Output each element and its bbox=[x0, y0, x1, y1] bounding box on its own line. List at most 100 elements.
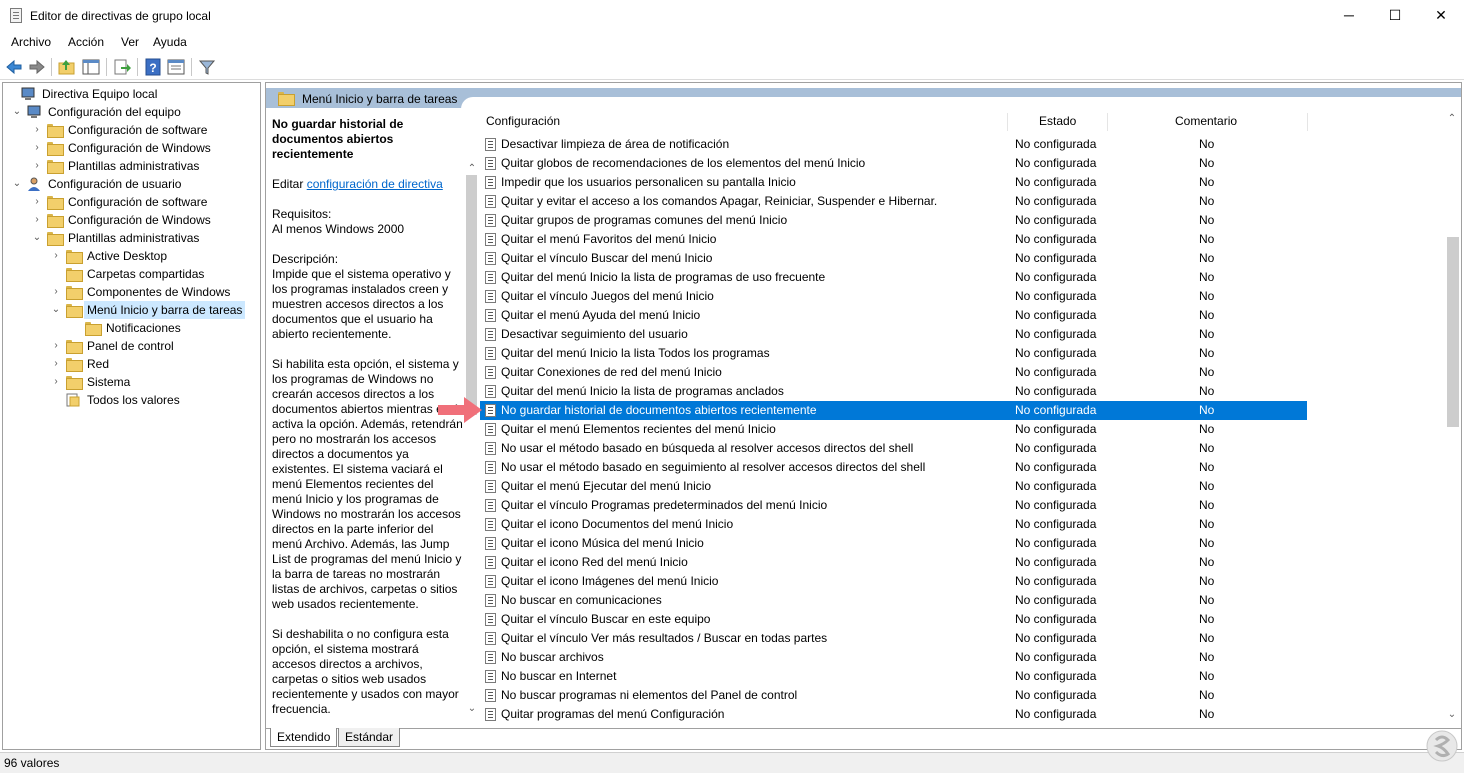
menu-accion[interactable]: Acción bbox=[68, 35, 104, 49]
policy-row[interactable]: Quitar el menú Ayuda del menú Inicio No c… bbox=[480, 306, 1307, 325]
scroll-up-icon[interactable]: ⌃ bbox=[465, 163, 479, 174]
tree-item-label: Active Desktop bbox=[87, 249, 168, 263]
policy-row[interactable]: Quitar el vínculo Buscar en este equipo N… bbox=[480, 610, 1307, 629]
policy-row[interactable]: Quitar el icono Documentos del menú Inic… bbox=[480, 515, 1307, 534]
policy-row[interactable]: Quitar el vínculo Ver más resultados / B… bbox=[480, 629, 1307, 648]
policy-state: No configurada bbox=[1015, 593, 1097, 607]
policy-row[interactable]: No guardar historial de documentos abier… bbox=[480, 401, 1307, 420]
column-header-state[interactable]: Estado bbox=[1007, 109, 1107, 133]
export-icon[interactable] bbox=[112, 57, 132, 77]
back-icon[interactable] bbox=[4, 57, 24, 77]
show-hide-tree-icon[interactable] bbox=[81, 57, 101, 77]
policy-row[interactable]: Quitar el vínculo Programas predetermina… bbox=[480, 496, 1307, 515]
folder-icon bbox=[66, 286, 83, 300]
column-header-setting[interactable]: Configuración bbox=[480, 109, 1007, 133]
policy-row[interactable]: Quitar Conexiones de red del menú Inicio… bbox=[480, 363, 1307, 382]
edit-policy-link[interactable]: configuración de directiva bbox=[307, 177, 443, 191]
collapsed-chevron-icon[interactable]: › bbox=[32, 157, 42, 175]
policy-row[interactable]: Quitar del menú Inicio la lista Todos lo… bbox=[480, 344, 1307, 363]
tab-extendido[interactable]: Extendido bbox=[270, 728, 338, 747]
policy-comment: No bbox=[1199, 536, 1215, 550]
policy-row[interactable]: Quitar el menú Favoritos del menú Inicio… bbox=[480, 230, 1307, 249]
scroll-up-icon[interactable]: ⌃ bbox=[1445, 113, 1459, 124]
expanded-chevron-icon[interactable]: ⌄ bbox=[32, 229, 42, 247]
tree-item-label: Red bbox=[87, 357, 110, 371]
policy-row[interactable]: Quitar grupos de programas comunes del m… bbox=[480, 211, 1307, 230]
policy-state: No configurada bbox=[1015, 517, 1097, 531]
forward-icon[interactable] bbox=[27, 57, 47, 77]
policy-comment: No bbox=[1199, 669, 1215, 683]
collapsed-chevron-icon[interactable]: › bbox=[51, 337, 61, 355]
column-divider[interactable] bbox=[1307, 113, 1308, 131]
policy-row[interactable]: No buscar en comunicaciones No configurad… bbox=[480, 591, 1307, 610]
expanded-chevron-icon[interactable]: ⌄ bbox=[12, 103, 22, 121]
collapsed-chevron-icon[interactable]: › bbox=[32, 211, 42, 229]
folder-icon bbox=[66, 358, 83, 372]
policy-row[interactable]: Quitar el vínculo Buscar del menú Inicio… bbox=[480, 249, 1307, 268]
policy-row[interactable]: Quitar del menú Inicio la lista de progr… bbox=[480, 382, 1307, 401]
policy-row[interactable]: Quitar del menú Inicio la lista de progr… bbox=[480, 268, 1307, 287]
policy-row[interactable]: Quitar el menú Ejecutar del menú Inicio N… bbox=[480, 477, 1307, 496]
policy-row[interactable]: Quitar el icono Red del menú Inicio No co… bbox=[480, 553, 1307, 572]
policy-name: Quitar el icono Música del menú Inicio bbox=[501, 536, 704, 550]
toolbar-separator bbox=[51, 58, 52, 76]
maximize-button[interactable]: ☐ bbox=[1372, 0, 1418, 31]
policy-row[interactable]: No usar el método basado en búsqueda al … bbox=[480, 439, 1307, 458]
policy-comment: No bbox=[1199, 555, 1215, 569]
list-scrollbar[interactable]: ⌃ ⌄ bbox=[1444, 109, 1461, 724]
policy-row[interactable]: Quitar el vínculo Juegos del menú Inicio… bbox=[480, 287, 1307, 306]
policy-state: No configurada bbox=[1015, 213, 1097, 227]
collapsed-chevron-icon[interactable]: › bbox=[51, 373, 61, 391]
collapsed-chevron-icon[interactable]: › bbox=[32, 193, 42, 211]
policy-row[interactable]: No buscar archivos No configurada No bbox=[480, 648, 1307, 667]
toolbar-separator bbox=[106, 58, 107, 76]
expanded-chevron-icon[interactable]: ⌄ bbox=[12, 175, 22, 193]
policy-setting-icon bbox=[485, 309, 496, 322]
menu-ver[interactable]: Ver bbox=[121, 35, 139, 49]
up-folder-icon[interactable] bbox=[57, 57, 77, 77]
policy-name: No guardar historial de documentos abier… bbox=[501, 403, 817, 417]
policy-row[interactable]: Quitar el menú Elementos recientes del m… bbox=[480, 420, 1307, 439]
description-p1: Impide que el sistema operativo y los pr… bbox=[272, 267, 451, 341]
properties-icon[interactable] bbox=[166, 57, 186, 77]
scroll-down-icon[interactable]: ⌄ bbox=[465, 703, 479, 714]
policy-row[interactable]: No usar el método basado en seguimiento … bbox=[480, 458, 1307, 477]
policy-row[interactable]: Quitar el icono Imágenes del menú Inicio… bbox=[480, 572, 1307, 591]
policy-comment: No bbox=[1199, 593, 1215, 607]
policy-row[interactable]: Desactivar seguimiento del usuario No con… bbox=[480, 325, 1307, 344]
tab-estandar[interactable]: Estándar bbox=[338, 728, 401, 747]
collapsed-chevron-icon[interactable]: › bbox=[51, 355, 61, 373]
policy-row[interactable]: Quitar programas del menú Configuración N… bbox=[480, 705, 1307, 724]
scroll-thumb[interactable] bbox=[466, 175, 477, 415]
scroll-thumb[interactable] bbox=[1447, 237, 1459, 427]
tree-item-label: Directiva Equipo local bbox=[42, 87, 158, 101]
collapsed-chevron-icon[interactable]: › bbox=[51, 247, 61, 265]
policy-row[interactable]: No buscar programas ni elementos del Pan… bbox=[480, 686, 1307, 705]
filter-icon[interactable] bbox=[197, 57, 217, 77]
policy-row[interactable]: Impedir que los usuarios personalicen su… bbox=[480, 173, 1307, 192]
policy-row[interactable]: No buscar en Internet No configurada No bbox=[480, 667, 1307, 686]
collapsed-chevron-icon[interactable]: › bbox=[32, 139, 42, 157]
collapsed-chevron-icon[interactable]: › bbox=[51, 283, 61, 301]
collapsed-chevron-icon[interactable]: › bbox=[32, 121, 42, 139]
policy-setting-icon bbox=[485, 461, 496, 474]
policy-comment: No bbox=[1199, 403, 1215, 417]
policy-state: No configurada bbox=[1015, 422, 1097, 436]
minimize-button[interactable]: ─ bbox=[1326, 0, 1372, 31]
menu-ayuda[interactable]: Ayuda bbox=[153, 35, 187, 49]
close-button[interactable]: ✕ bbox=[1418, 0, 1464, 31]
help-icon[interactable]: ? bbox=[143, 57, 163, 77]
computer-icon bbox=[27, 105, 41, 119]
policy-row[interactable]: Desactivar limpieza de área de notificac… bbox=[480, 135, 1307, 154]
policy-comment: No bbox=[1199, 612, 1215, 626]
scroll-down-icon[interactable]: ⌄ bbox=[1445, 709, 1459, 720]
policy-row[interactable]: Quitar el icono Música del menú Inicio No… bbox=[480, 534, 1307, 553]
policy-comment: No bbox=[1199, 498, 1215, 512]
menu-archivo[interactable]: Archivo bbox=[11, 35, 51, 49]
tree-item-label: Configuración de Windows bbox=[68, 141, 211, 155]
column-header-comment[interactable]: Comentario bbox=[1107, 109, 1307, 133]
policy-row[interactable]: Quitar globos de recomendaciones de los … bbox=[480, 154, 1307, 173]
description-scrollbar[interactable]: ⌃ ⌄ bbox=[464, 163, 479, 717]
policy-row[interactable]: Quitar y evitar el acceso a los comandos… bbox=[480, 192, 1307, 211]
expanded-chevron-icon[interactable]: ⌄ bbox=[51, 301, 61, 319]
